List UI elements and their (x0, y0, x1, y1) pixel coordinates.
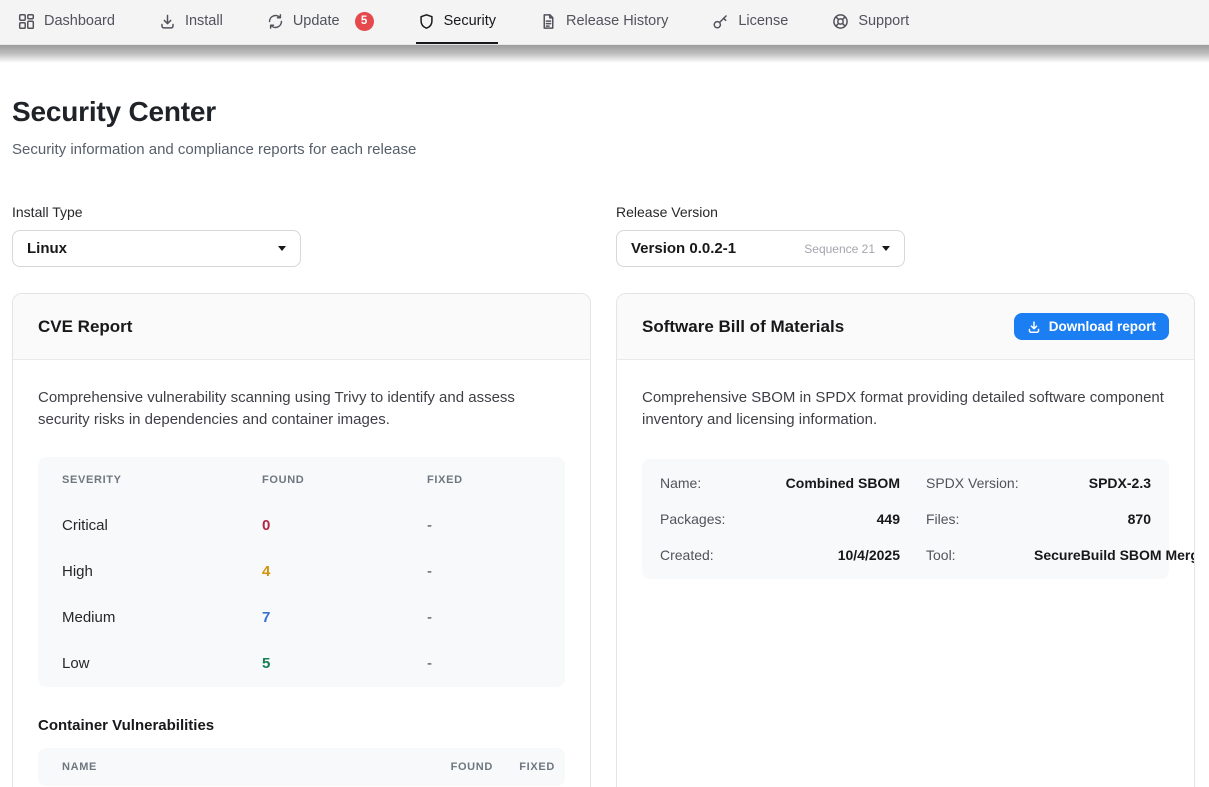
table-row-medium: Medium 7 - (38, 595, 565, 641)
detail-label: Created: (660, 547, 752, 563)
fixed-count: - (427, 609, 541, 626)
severity-table: SEVERITY FOUND FIXED Critical 0 - High 4 (38, 457, 565, 687)
release-version-value: Version 0.0.2-1 (631, 240, 736, 257)
column-header-fixed: FIXED (493, 761, 555, 773)
download-report-label: Download report (1049, 319, 1156, 334)
nav-tab-update[interactable]: Update 5 (265, 0, 376, 44)
cards-row: CVE Report Comprehensive vulnerability s… (12, 293, 1195, 787)
security-center-screen: Dashboard Install Update 5 (0, 0, 1209, 787)
cve-card-body: Comprehensive vulnerability scanning usi… (13, 360, 590, 787)
shield-icon (418, 13, 435, 30)
life-buoy-icon (832, 13, 849, 30)
nav-tab-label: License (738, 13, 788, 29)
header-shadow (0, 45, 1209, 63)
main-content: Security Center Security information and… (0, 96, 1209, 787)
table-row-low: Low 5 - (38, 641, 565, 687)
severity-label: Medium (62, 609, 262, 626)
column-header-name: NAME (62, 761, 413, 773)
download-icon (1027, 320, 1041, 334)
nav-tab-label: Security (444, 13, 496, 29)
cve-description: Comprehensive vulnerability scanning usi… (38, 387, 565, 431)
download-icon (159, 13, 176, 30)
detail-value: Combined SBOM (752, 475, 900, 491)
sequence-tag: Sequence 21 (804, 242, 875, 256)
fixed-count: - (427, 517, 541, 534)
release-version-filter: Release Version Version 0.0.2-1 Sequence… (616, 204, 1195, 267)
release-version-select[interactable]: Version 0.0.2-1 Sequence 21 (616, 230, 905, 267)
found-count: 5 (262, 655, 427, 672)
install-type-value: Linux (27, 240, 67, 257)
chevron-down-icon (882, 246, 890, 251)
document-icon (540, 13, 557, 30)
fixed-count: - (427, 563, 541, 580)
update-count-badge: 5 (355, 12, 374, 31)
sbom-row-packages-files: Packages: 449 Files: 870 (660, 501, 1151, 537)
install-type-label: Install Type (12, 204, 591, 220)
severity-label: Low (62, 655, 262, 672)
dashboard-icon (18, 13, 35, 30)
nav-tab-install[interactable]: Install (157, 0, 225, 44)
sbom-details-table: Name: Combined SBOM SPDX Version: SPDX-2… (642, 459, 1169, 579)
sbom-card: Software Bill of Materials Download repo… (616, 293, 1195, 787)
refresh-icon (267, 13, 284, 30)
page-title: Security Center (12, 96, 1195, 128)
key-icon (712, 13, 729, 30)
detail-value: 870 (1034, 511, 1151, 527)
release-version-label: Release Version (616, 204, 1195, 220)
detail-label: Files: (926, 511, 1034, 527)
detail-label: Tool: (926, 547, 1034, 563)
cve-card-title: CVE Report (38, 317, 132, 337)
nav-tab-label: Dashboard (44, 13, 115, 29)
table-row-high: High 4 - (38, 549, 565, 595)
cve-report-card: CVE Report Comprehensive vulnerability s… (12, 293, 591, 787)
nav-tab-dashboard[interactable]: Dashboard (16, 0, 117, 44)
top-navigation: Dashboard Install Update 5 (0, 0, 1209, 45)
detail-label: Name: (660, 475, 752, 491)
sbom-card-body: Comprehensive SBOM in SPDX format provid… (617, 360, 1194, 604)
sbom-card-header: Software Bill of Materials Download repo… (617, 294, 1194, 360)
detail-label: Packages: (660, 511, 752, 527)
sbom-row-name-spdx: Name: Combined SBOM SPDX Version: SPDX-2… (660, 465, 1151, 501)
install-type-filter: Install Type Linux (12, 204, 591, 267)
install-type-select[interactable]: Linux (12, 230, 301, 267)
severity-label: High (62, 563, 262, 580)
table-row-critical: Critical 0 - (38, 503, 565, 549)
column-header-severity: SEVERITY (62, 474, 262, 486)
download-report-button[interactable]: Download report (1014, 313, 1169, 340)
nav-tab-label: Support (858, 13, 909, 29)
filters-row: Install Type Linux Release Version Versi… (12, 204, 1195, 267)
severity-table-header: SEVERITY FOUND FIXED (38, 457, 565, 503)
detail-value: 449 (752, 511, 900, 527)
found-count: 7 (262, 609, 427, 626)
nav-tab-security[interactable]: Security (416, 0, 498, 44)
detail-value: 10/4/2025 (752, 547, 900, 563)
nav-tab-label: Release History (566, 13, 668, 29)
nav-tab-license[interactable]: License (710, 0, 790, 44)
nav-tab-label: Install (185, 13, 223, 29)
page-subtitle: Security information and compliance repo… (12, 141, 1195, 158)
detail-value: SecureBuild SBOM Merger (1034, 547, 1195, 563)
column-header-fixed: FIXED (427, 474, 541, 486)
container-vulnerabilities-title: Container Vulnerabilities (38, 717, 565, 734)
fixed-count: - (427, 655, 541, 672)
column-header-found: FOUND (262, 474, 427, 486)
column-header-found: FOUND (413, 761, 493, 773)
chevron-down-icon (278, 246, 286, 251)
detail-label: SPDX Version: (926, 475, 1034, 491)
sbom-card-title: Software Bill of Materials (642, 317, 844, 337)
nav-tab-release-history[interactable]: Release History (538, 0, 670, 44)
sbom-description: Comprehensive SBOM in SPDX format provid… (642, 387, 1169, 431)
severity-label: Critical (62, 517, 262, 534)
nav-tab-support[interactable]: Support (830, 0, 911, 44)
sbom-row-created-tool: Created: 10/4/2025 Tool: SecureBuild SBO… (660, 537, 1151, 573)
found-count: 4 (262, 563, 427, 580)
cve-card-header: CVE Report (13, 294, 590, 360)
container-vulnerabilities-table-header: NAME FOUND FIXED (38, 748, 565, 786)
detail-value: SPDX-2.3 (1034, 475, 1151, 491)
found-count: 0 (262, 517, 427, 534)
nav-tab-label: Update (293, 13, 340, 29)
